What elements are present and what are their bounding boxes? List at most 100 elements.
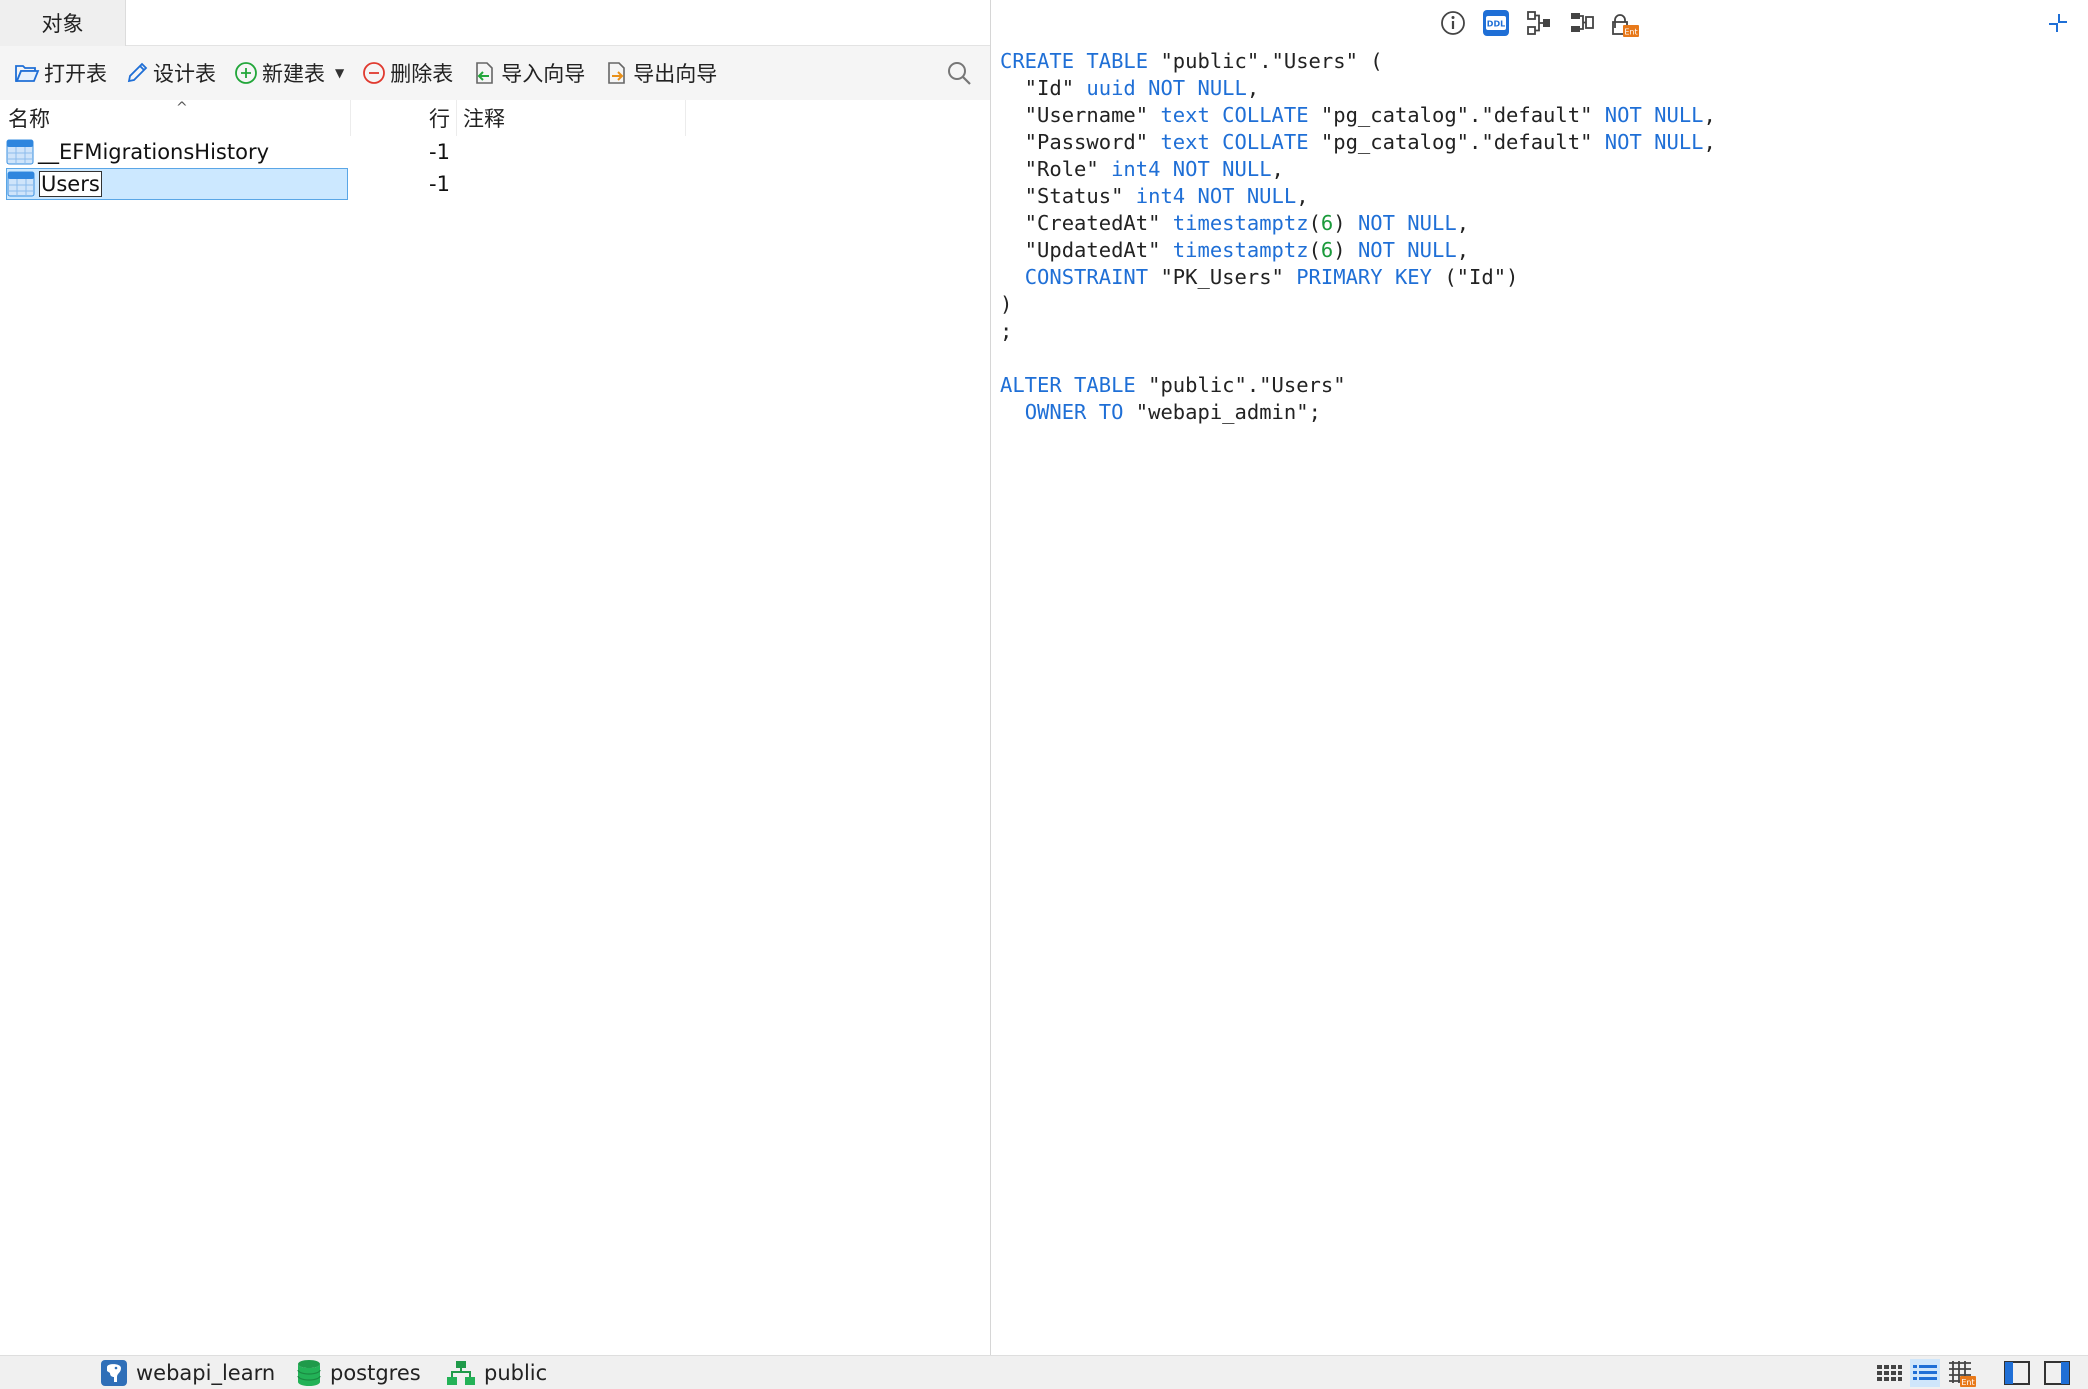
table-row[interactable]: __EFMigrationsHistory -1 [0, 136, 990, 168]
table-name-cell[interactable]: Users [6, 168, 348, 200]
open-table-label: 打开表 [44, 62, 107, 86]
ddl-line: "CreatedAt" timestamptz(6) NOT NULL, [1000, 210, 1716, 237]
ddl-line: "Password" text COLLATE "pg_catalog"."de… [1000, 129, 1716, 156]
design-table-button[interactable]: 设计表 [119, 53, 222, 93]
table-name-cell[interactable]: __EFMigrationsHistory [6, 136, 348, 168]
toggle-left-pane-icon[interactable] [2002, 1359, 2032, 1387]
column-header-name[interactable]: 名称 ^ [8, 100, 348, 136]
ddl-keyword: CONSTRAINT [1024, 265, 1149, 289]
ddl-keyword: NOT NULL [1357, 211, 1457, 235]
postgresql-elephant-icon [101, 1360, 127, 1386]
connection-name: webapi_learn [136, 1361, 276, 1385]
ddl-keyword: NOT NULL [1604, 103, 1704, 127]
column-rows-label: 行 [429, 107, 450, 131]
ddl-text: ( [1308, 238, 1321, 262]
open-table-button[interactable]: 打开表 [8, 53, 113, 93]
ddl-text: "CreatedAt" [1000, 211, 1173, 235]
ddl-keyword: OWNER TO [1024, 400, 1124, 424]
grid-detail-view-icon[interactable]: Ent [1946, 1359, 1976, 1387]
ddl-number: 6 [1320, 238, 1334, 262]
ddl-keyword: timestamptz [1172, 211, 1309, 235]
schema-name: public [484, 1361, 548, 1385]
status-schema: public [446, 1356, 547, 1389]
ddl-text [1000, 400, 1025, 424]
ddl-keyword: uuid NOT NULL [1086, 76, 1247, 100]
ent-badge: Ent [1961, 1378, 1974, 1387]
table-icon [7, 171, 35, 197]
table-icon [6, 139, 34, 165]
database-name: postgres [330, 1361, 421, 1385]
new-table-button[interactable]: 新建表 ▼ [228, 53, 350, 93]
ddl-text: , [1296, 184, 1309, 208]
delete-table-button[interactable]: 删除表 [356, 53, 459, 93]
permissions-icon[interactable]: Ent [1610, 8, 1640, 38]
ddl-icon[interactable]: DDL [1481, 8, 1511, 38]
ddl-text: , [1456, 211, 1470, 235]
table-row-selected[interactable]: Users -1 [0, 168, 990, 200]
database-icon [297, 1360, 321, 1386]
schema-icon [447, 1361, 475, 1385]
ddl-line: ) [1000, 291, 1716, 318]
tab-bar: 对象 [0, 0, 990, 46]
import-wizard-label: 导入向导 [501, 62, 586, 86]
ddl-keyword: int4 NOT NULL [1135, 184, 1297, 208]
plus-circle-icon [235, 62, 257, 84]
table-rows: -1 [429, 140, 450, 164]
list-view-icon[interactable] [1910, 1359, 1940, 1387]
ddl-line: "Username" text COLLATE "pg_catalog"."de… [1000, 102, 1716, 129]
ddl-text: "Password" [1000, 130, 1161, 154]
ddl-line: OWNER TO "webapi_admin"; [1000, 399, 1716, 426]
ddl-text [1000, 265, 1025, 289]
column-header-comment[interactable]: 注释 [456, 100, 686, 136]
search-icon[interactable] [944, 58, 974, 88]
import-icon [476, 62, 494, 84]
column-name-label: 名称 [8, 107, 50, 131]
table-rows: -1 [429, 172, 450, 196]
ddl-text: ("Id") [1431, 265, 1519, 289]
import-wizard-button[interactable]: 导入向导 [465, 53, 591, 93]
ddl-keyword: int4 NOT NULL [1111, 157, 1272, 181]
export-wizard-button[interactable]: 导出向导 [597, 53, 723, 93]
collapse-icon[interactable] [2043, 8, 2073, 38]
ddl-text: "Status" [1000, 184, 1136, 208]
ddl-number: 6 [1320, 211, 1334, 235]
ddl-text: "Username" [1000, 103, 1161, 127]
export-wizard-label: 导出向导 [633, 62, 718, 86]
toggle-right-pane-icon[interactable] [2042, 1359, 2072, 1387]
ddl-text: , [1246, 76, 1260, 100]
table-name: __EFMigrationsHistory [38, 140, 270, 164]
ddl-keyword: CREATE TABLE [1000, 49, 1149, 73]
ddl-keyword: NOT NULL [1604, 130, 1704, 154]
relations-icon[interactable] [1567, 8, 1597, 38]
ddl-text: , [1271, 157, 1284, 181]
object-pane: 对象 打开表 设计表 新建表 ▼ 删除表 导入向导 导出向导 名称 ^ 行 注释… [0, 0, 990, 1355]
info-icon[interactable] [1438, 8, 1468, 38]
ddl-line: "Id" uuid NOT NULL, [1000, 75, 1716, 102]
ddl-keyword: text COLLATE [1160, 130, 1309, 154]
design-table-label: 设计表 [153, 62, 216, 86]
ddl-text: "pg_catalog"."default" [1308, 130, 1605, 154]
list-header: 名称 ^ 行 注释 [0, 100, 990, 136]
ddl-keyword: ALTER TABLE [1000, 373, 1136, 397]
column-header-rows[interactable]: 行 [350, 100, 456, 136]
ddl-line: "Role" int4 NOT NULL, [1000, 156, 1716, 183]
status-bar: webapi_learn postgres public Ent [0, 1355, 2088, 1389]
ddl-line: "UpdatedAt" timestamptz(6) NOT NULL, [1000, 237, 1716, 264]
ddl-code-view[interactable]: CREATE TABLE "public"."Users" ( "Id" uui… [1000, 48, 1716, 426]
folder-open-icon [15, 65, 40, 82]
grid-view-small-icon[interactable] [1874, 1359, 1904, 1387]
ddl-text: , [1703, 103, 1716, 127]
sort-ascending-icon: ^ [176, 100, 188, 116]
minus-circle-icon [363, 62, 386, 84]
dependencies-icon[interactable] [1524, 8, 1554, 38]
ent-badge: Ent [1624, 28, 1637, 37]
ddl-keyword: timestamptz [1172, 238, 1309, 262]
tab-objects[interactable]: 对象 [0, 0, 126, 46]
ddl-text: "Role" [1000, 157, 1112, 181]
caret-down-icon[interactable]: ▼ [335, 66, 344, 80]
status-database: postgres [296, 1356, 421, 1389]
ddl-text: ) [1333, 238, 1358, 262]
table-name-edit-field[interactable]: Users [39, 171, 102, 197]
ddl-text: ) [1000, 292, 1013, 316]
ddl-text: , [1456, 238, 1470, 262]
